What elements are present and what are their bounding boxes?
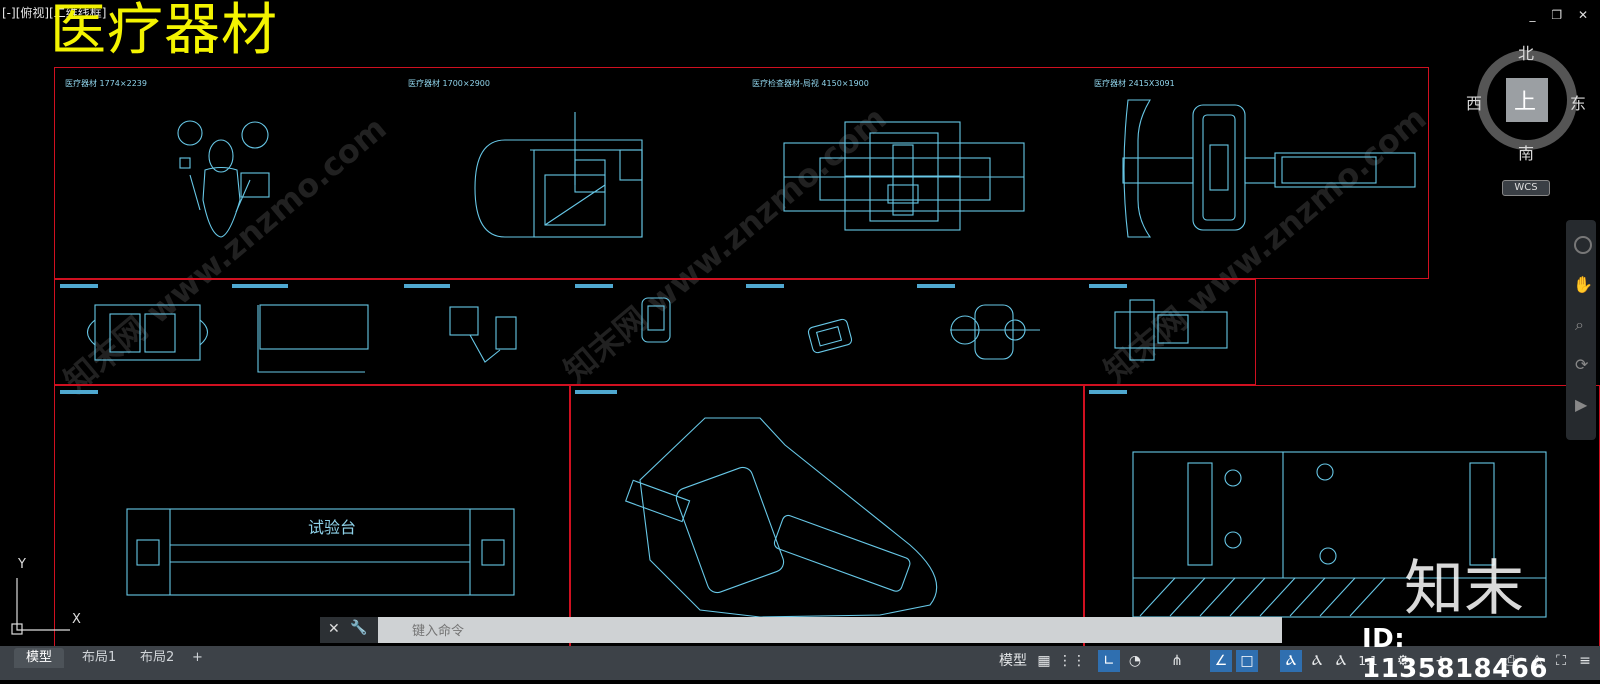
snap-icon[interactable]: ⋮⋮	[1058, 650, 1086, 672]
scanner-drawing	[807, 318, 853, 354]
annotation-scale-icon[interactable]: Ⲁ	[1330, 650, 1352, 672]
showmotion-icon[interactable]: ▶	[1575, 395, 1587, 414]
window-controls[interactable]: _ ❐ ✕	[1530, 8, 1594, 22]
osnap-tracking-icon[interactable]: ∠	[1210, 650, 1232, 672]
close-icon[interactable]: ✕	[328, 621, 340, 637]
dental-chair-drawing	[177, 120, 270, 238]
headrest-drawing	[950, 304, 1040, 360]
steering-wheel-icon[interactable]	[1574, 236, 1592, 254]
minimize-button[interactable]: _	[1530, 8, 1542, 22]
wrench-icon[interactable]: 🔧	[350, 620, 367, 636]
wcs-menu[interactable]: WCS	[1502, 180, 1550, 196]
ucs-icon	[11, 578, 70, 635]
ucs-x-label: X	[72, 612, 81, 627]
close-button[interactable]: ✕	[1578, 8, 1594, 22]
tab-model[interactable]: 模型	[14, 648, 65, 668]
autoscale-icon[interactable]: Ⲁ	[1306, 650, 1328, 672]
watermark-logo: 知末	[1404, 554, 1524, 624]
restore-button[interactable]: ❐	[1551, 8, 1568, 22]
compass-east[interactable]: 东	[1570, 90, 1586, 114]
bed-drawing	[1114, 299, 1228, 361]
tab-layout2[interactable]: 布局2	[128, 648, 186, 668]
zoom-icon[interactable]: ⌕	[1575, 315, 1584, 335]
viewcube-face-top[interactable]: 上	[1514, 84, 1536, 116]
annotation-visibility-icon[interactable]: Ⲁ	[1280, 650, 1302, 672]
add-layout-button[interactable]: +	[180, 648, 215, 668]
inspection-equipment-drawing	[783, 121, 1025, 231]
arm-unit-drawing	[449, 306, 517, 363]
polar-icon[interactable]: ◔	[1124, 650, 1146, 672]
ucs-y-label: Y	[18, 557, 26, 572]
watermark-id: ID: 1135818466	[1362, 624, 1548, 684]
bench-label: 试验台	[308, 518, 357, 537]
compass-north[interactable]: 北	[1518, 40, 1534, 64]
tab-layout1[interactable]: 布局1	[70, 648, 128, 668]
compass-south[interactable]: 南	[1518, 140, 1534, 164]
viewcube[interactable]: 北 南 西 东 上	[1466, 40, 1600, 200]
compass-west[interactable]: 西	[1466, 90, 1482, 114]
incubator-drawing	[86, 304, 209, 361]
command-line-controls[interactable]: ✕ 🔧	[320, 617, 378, 643]
ortho-icon[interactable]: ∟	[1098, 650, 1120, 672]
rotated-table-drawing	[625, 417, 938, 618]
osnap-icon[interactable]: □	[1236, 650, 1258, 672]
lift-unit-drawing	[474, 112, 643, 238]
pan-icon[interactable]: ✋	[1573, 275, 1593, 294]
command-input[interactable]	[410, 620, 1294, 642]
isodraft-icon[interactable]: ⋔	[1166, 650, 1188, 672]
model-space-button[interactable]: 模型	[996, 650, 1030, 672]
surgical-table-drawing	[1122, 99, 1416, 238]
grid-icon[interactable]: ▦	[1034, 650, 1054, 672]
cad-drawing[interactable]	[0, 0, 1600, 646]
cabinet-drawing	[257, 304, 369, 373]
navigation-bar[interactable]: ✋ ⌕ ⟳ ▶	[1566, 220, 1596, 440]
orbit-icon[interactable]: ⟳	[1575, 355, 1588, 374]
monitor-drawing	[641, 297, 671, 343]
